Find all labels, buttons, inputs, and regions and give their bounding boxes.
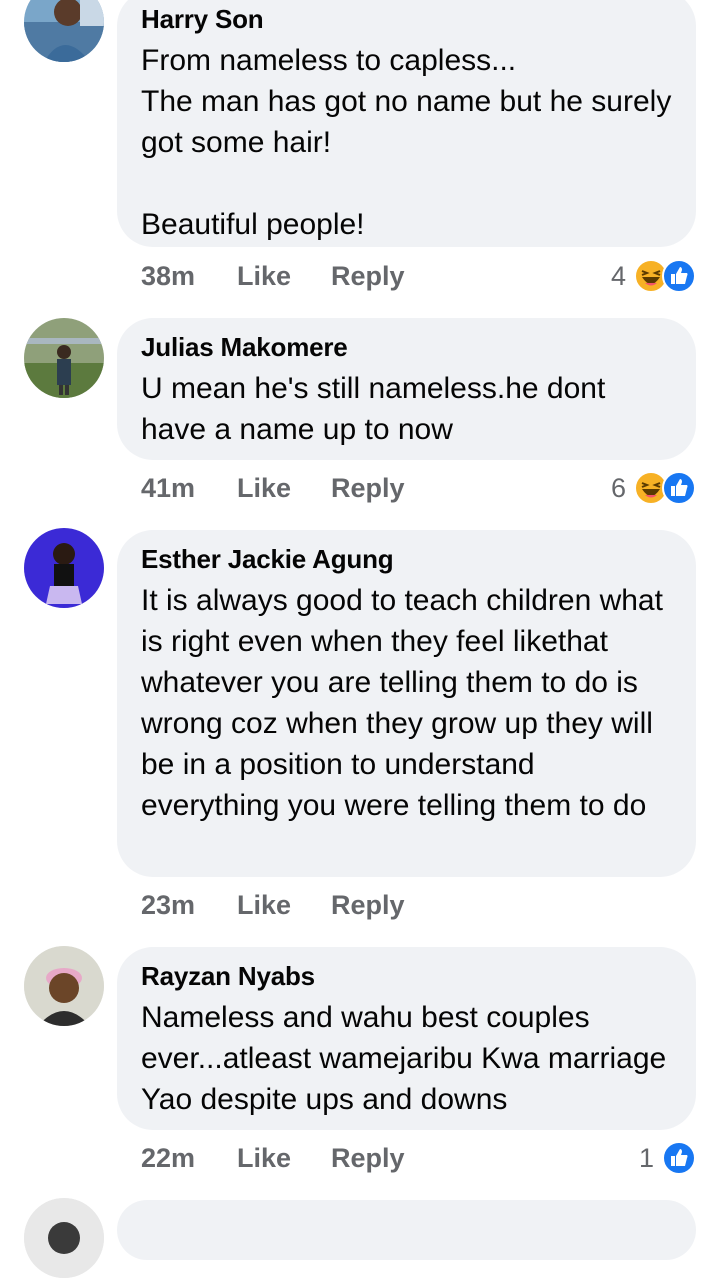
comment-bubble: Julias Makomere U mean he's still namele… xyxy=(117,318,696,460)
like-button[interactable]: Like xyxy=(237,473,291,504)
like-button[interactable]: Like xyxy=(237,890,291,921)
comment-author[interactable]: Rayzan Nyabs xyxy=(141,961,672,991)
reaction-summary[interactable]: 6 xyxy=(611,468,696,508)
like-icon xyxy=(662,259,696,293)
reply-button[interactable]: Reply xyxy=(331,261,405,292)
reaction-count: 1 xyxy=(638,1142,654,1173)
comment-author[interactable]: Julias Makomere xyxy=(141,332,672,362)
comment-time[interactable]: 41m xyxy=(141,473,237,504)
comment-time[interactable]: 38m xyxy=(141,261,237,292)
like-button[interactable]: Like xyxy=(237,1143,291,1174)
comment-bubble: Rayzan Nyabs Nameless and wahu best coup… xyxy=(117,947,696,1130)
comment-time[interactable]: 22m xyxy=(141,1143,237,1174)
like-icon xyxy=(662,471,696,505)
reaction-summary[interactable]: 4 xyxy=(611,256,696,296)
comment-actions: 41m Like Reply xyxy=(141,468,405,508)
comment-actions: 23m Like Reply xyxy=(141,885,405,925)
comment-time[interactable]: 23m xyxy=(141,890,237,921)
comment-text: From nameless to capless... The man has … xyxy=(141,44,672,241)
comment-text: It is always good to teach children what… xyxy=(141,584,672,822)
comment-text: U mean he's still nameless.he dont have … xyxy=(141,372,614,446)
reply-button[interactable]: Reply xyxy=(331,473,405,504)
comment-author[interactable]: Harry Son xyxy=(141,4,672,34)
reaction-count: 6 xyxy=(610,472,626,503)
reply-button[interactable]: Reply xyxy=(331,890,405,921)
avatar[interactable] xyxy=(24,528,104,608)
comment-bubble xyxy=(117,1200,696,1260)
avatar[interactable] xyxy=(24,1198,104,1278)
like-icon xyxy=(662,1141,696,1175)
avatar[interactable] xyxy=(24,318,104,398)
comment-text: Nameless and wahu best couples ever...at… xyxy=(141,1001,675,1116)
reply-button[interactable]: Reply xyxy=(331,1143,405,1174)
reaction-summary[interactable]: 1 xyxy=(639,1138,696,1178)
comment-actions: 38m Like Reply xyxy=(141,256,405,296)
avatar[interactable] xyxy=(24,0,104,62)
comment-actions: 22m Like Reply xyxy=(141,1138,405,1178)
comment-author[interactable]: Esther Jackie Agung xyxy=(141,544,672,574)
comment-bubble: Esther Jackie Agung It is always good to… xyxy=(117,530,696,877)
like-button[interactable]: Like xyxy=(237,261,291,292)
comment-bubble: Harry Son From nameless to capless... Th… xyxy=(117,0,696,247)
avatar[interactable] xyxy=(24,946,104,1026)
reaction-count: 4 xyxy=(610,260,626,291)
